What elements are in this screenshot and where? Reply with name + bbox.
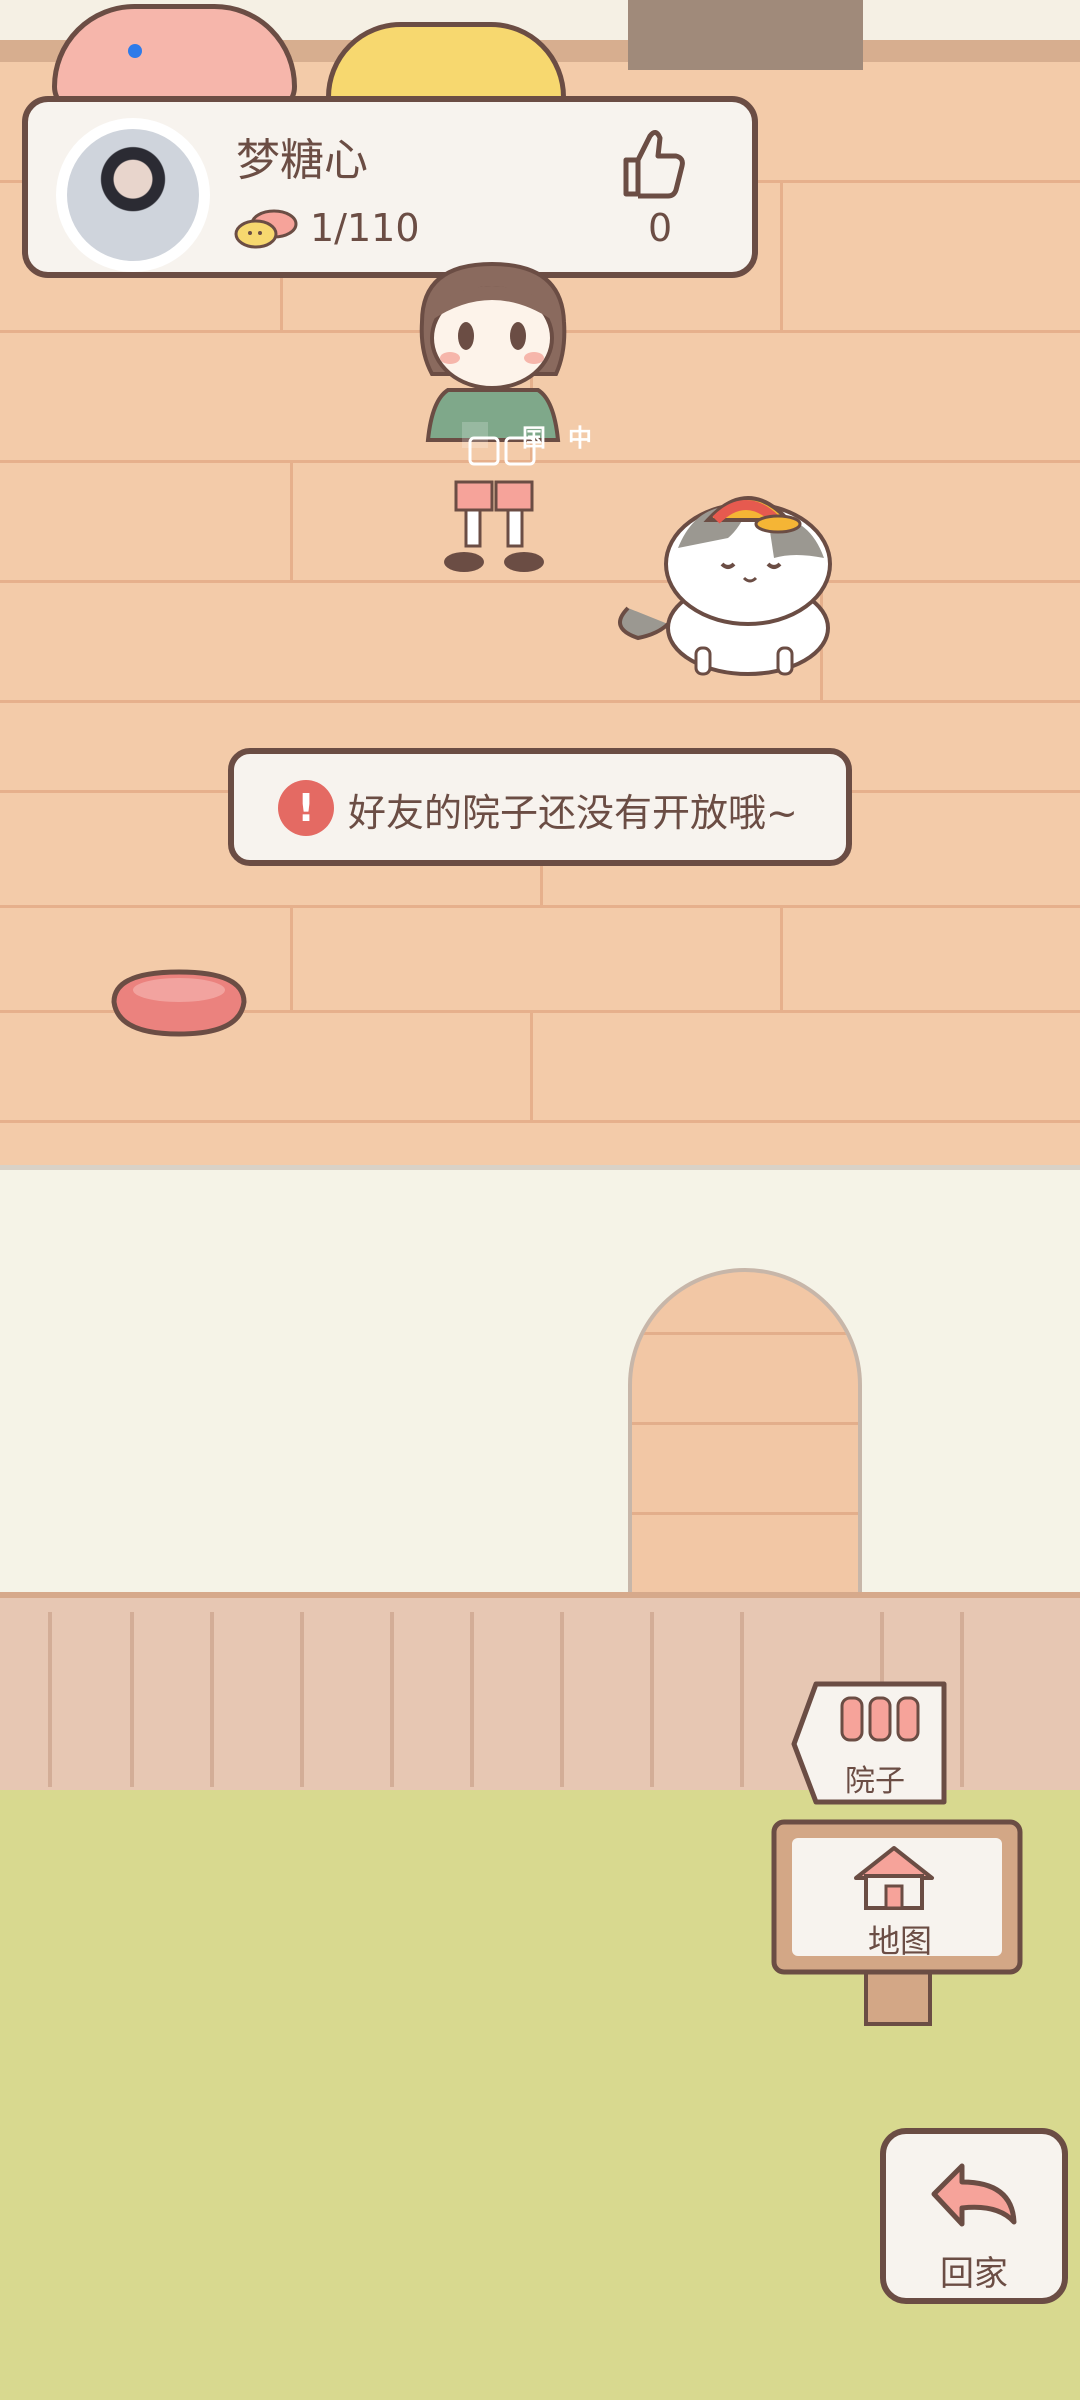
map-label: 地图 — [867, 1922, 932, 1960]
avatar-photo — [67, 129, 199, 261]
pet-food-bowl[interactable] — [108, 962, 250, 1042]
fish-count: 1/110 — [310, 206, 420, 250]
jacket-letter-1: 国 — [522, 424, 546, 452]
notification-dot — [128, 44, 142, 58]
yard-label: 院子 — [845, 1764, 905, 1799]
toast-text: 好友的院子还没有开放哦~ — [348, 791, 798, 835]
fish-icon — [234, 209, 298, 249]
cat-character[interactable] — [618, 478, 848, 683]
username: 梦糖心 — [236, 135, 368, 186]
like-count: 0 — [648, 206, 673, 250]
thumbs-up-icon[interactable] — [618, 124, 688, 200]
home-label: 回家 — [940, 2254, 1008, 2294]
return-arrow-icon — [931, 2163, 1017, 2227]
alert-icon: ! — [278, 780, 334, 836]
jacket-letter-2: 中 — [568, 424, 592, 452]
gate-icon — [840, 1696, 920, 1742]
yard-wall — [0, 1170, 1080, 1610]
arched-doorway[interactable] — [628, 1268, 862, 1618]
doorway — [628, 0, 863, 70]
